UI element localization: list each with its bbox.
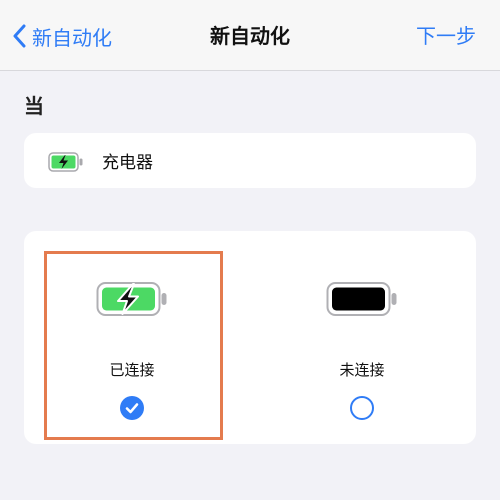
trigger-row[interactable]: 充电器 [24, 133, 476, 188]
option-label: 未连接 [339, 361, 385, 379]
trigger-label: 充电器 [102, 153, 153, 173]
checkmark-icon [125, 403, 139, 414]
charger-state-options: 已连接 未连接 [24, 231, 476, 444]
battery-charging-icon [48, 151, 83, 172]
radio-unchecked[interactable] [350, 396, 374, 420]
option-label: 已连接 [109, 361, 155, 379]
section-header: 当 [24, 94, 44, 118]
option-disconnected[interactable]: 未连接 [274, 251, 450, 438]
radio-checked[interactable] [120, 396, 144, 420]
screen: 新自动化 新自动化 下一步 当 充电器 已连接 未连接 [0, 0, 500, 500]
next-button[interactable]: 下一步 [416, 20, 476, 52]
battery-charging-icon [96, 281, 168, 317]
navigation-bar: 新自动化 新自动化 下一步 [0, 0, 500, 71]
battery-full-icon [326, 281, 398, 317]
option-connected[interactable]: 已连接 [44, 251, 220, 438]
